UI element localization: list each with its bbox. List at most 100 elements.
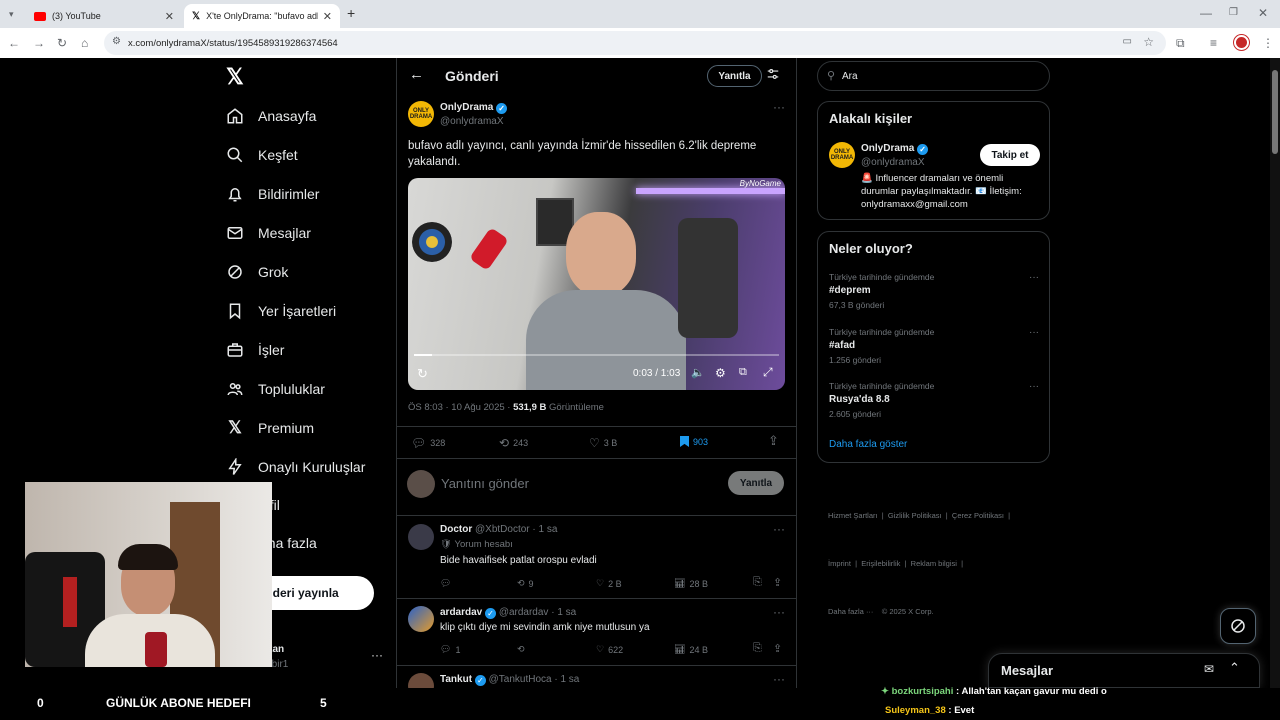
reply-item[interactable]: ardardav ✓ @ardardav · 1 sa ··· klip çık… bbox=[397, 599, 796, 665]
reply-like-action[interactable]: ♡ 622 bbox=[596, 644, 623, 655]
reply-repost-action[interactable]: ⟲ bbox=[517, 644, 525, 655]
author-name[interactable]: OnlyDrama ✓ bbox=[440, 102, 508, 114]
filter-settings-icon[interactable] bbox=[766, 67, 780, 86]
header-reply-button[interactable]: Yanıtla bbox=[707, 65, 762, 87]
nav-label: Keşfet bbox=[258, 147, 298, 163]
close-tab-icon[interactable]: ✕ bbox=[165, 10, 174, 23]
nav-messages[interactable]: Mesajlar bbox=[226, 219, 311, 247]
back-icon[interactable]: ← bbox=[8, 35, 20, 51]
home-browser-icon[interactable]: ⌂ bbox=[81, 35, 88, 51]
replay-icon[interactable]: ↻ bbox=[417, 366, 428, 382]
video-progress-track[interactable] bbox=[414, 354, 779, 356]
reply-views-action[interactable]: 📊︎ 24 B bbox=[674, 644, 708, 655]
follow-button[interactable]: Takip et bbox=[980, 144, 1040, 166]
trend-more-icon[interactable]: ··· bbox=[1029, 381, 1039, 392]
bookmark-icon[interactable]: ⎘ bbox=[753, 642, 762, 655]
reply-input[interactable]: Yanıtını gönder bbox=[441, 476, 529, 491]
minimize-icon[interactable]: — bbox=[1200, 5, 1212, 21]
trend-item[interactable]: Türkiye tarihinde gündemde Rusya'da 8.8 … bbox=[829, 381, 1039, 419]
nav-bookmarks[interactable]: Yer İşaretleri bbox=[226, 297, 336, 325]
site-info-icon[interactable]: ⚙ bbox=[112, 36, 121, 47]
star-icon[interactable]: ☆ bbox=[1143, 35, 1154, 49]
share-icon[interactable]: ⇪ bbox=[773, 642, 782, 655]
menu-icon[interactable]: ⋮ bbox=[1262, 35, 1274, 51]
extensions-icon[interactable]: ⧉ bbox=[1176, 35, 1185, 51]
reply-submit-button[interactable]: Yanıtla bbox=[728, 471, 784, 495]
reply-avatar[interactable] bbox=[408, 524, 434, 550]
picture-in-picture-icon[interactable]: ⧉ bbox=[739, 366, 747, 379]
trend-more-icon[interactable]: ··· bbox=[1029, 327, 1039, 338]
page-scrollbar[interactable] bbox=[1270, 58, 1280, 688]
reply-avatar[interactable] bbox=[408, 606, 434, 632]
tab-x[interactable]: 𝕏 X'te OnlyDrama: "bufavo adlı ya ✕ bbox=[184, 4, 340, 28]
x-logo-icon[interactable]: 𝕏 bbox=[226, 64, 244, 90]
volume-icon[interactable]: 🔈 bbox=[691, 366, 705, 379]
bookmark-icon[interactable]: ⎘ bbox=[753, 576, 762, 589]
reload-icon[interactable]: ↻ bbox=[57, 35, 67, 51]
reply-action[interactable]: 💬︎ 328 bbox=[411, 436, 445, 450]
share-icon[interactable]: ⇪ bbox=[773, 576, 782, 589]
related-avatar[interactable]: ONLY DRAMA bbox=[829, 142, 855, 168]
reply-item[interactable]: Doctor @XbtDoctor · 1 sa ··· 🛡 Yorum hes… bbox=[397, 516, 796, 598]
scrollbar-thumb[interactable] bbox=[1272, 70, 1278, 154]
restore-icon[interactable]: ❐ bbox=[1229, 5, 1238, 21]
nav-jobs[interactable]: İşler bbox=[226, 336, 284, 364]
address-bar[interactable]: ⚙ x.com/onlydramaX/status/19545893192863… bbox=[104, 31, 1166, 55]
post-more-icon[interactable]: ··· bbox=[773, 100, 785, 114]
video-person-head bbox=[566, 212, 636, 296]
reply-comment-action[interactable]: 💬︎ 1 bbox=[440, 644, 460, 655]
back-arrow-icon[interactable]: ← bbox=[409, 66, 424, 83]
show-more-link[interactable]: Daha fazla göster bbox=[829, 439, 907, 450]
expand-icon[interactable]: ⌃ bbox=[1229, 660, 1240, 676]
nav-premium[interactable]: 𝕏 Premium bbox=[226, 414, 314, 442]
close-tab-icon[interactable]: ✕ bbox=[323, 10, 332, 23]
nav-label: Premium bbox=[258, 420, 315, 436]
search-input[interactable]: ⚲ Ara bbox=[817, 61, 1050, 91]
settings-gear-icon[interactable]: ⚙ bbox=[715, 366, 726, 380]
forward-icon[interactable]: → bbox=[33, 35, 45, 51]
tab-youtube[interactable]: (3) YouTube ✕ bbox=[26, 4, 182, 28]
footer-line[interactable]: İmprint | Erişilebilirlik | Reklam bilgi… bbox=[828, 556, 1043, 572]
nav-communities[interactable]: Topluluklar bbox=[226, 375, 325, 403]
nav-notifications[interactable]: Bildirimler bbox=[226, 180, 319, 208]
bookmark-action[interactable]: 903 bbox=[680, 436, 708, 447]
nav-verified-orgs[interactable]: Onaylı Kuruluşlar bbox=[226, 453, 365, 481]
nav-home[interactable]: Anasayfa bbox=[226, 102, 316, 130]
reading-list-icon[interactable]: ≡ bbox=[1210, 35, 1217, 51]
fullscreen-icon[interactable]: ⤢ bbox=[763, 365, 773, 380]
reply-views-action[interactable]: 📊︎ 28 B bbox=[674, 578, 708, 589]
reply-author[interactable]: Doctor bbox=[440, 524, 472, 535]
reply-more-icon[interactable]: ··· bbox=[773, 672, 785, 686]
trend-item[interactable]: Türkiye tarihinde gündemde #afad 1.256 g… bbox=[829, 327, 1039, 365]
footer-line[interactable]: Daha fazla ··· © 2025 X Corp. bbox=[828, 604, 1043, 620]
trend-more-icon[interactable]: ··· bbox=[1029, 272, 1039, 283]
profile-avatar-icon[interactable] bbox=[1234, 35, 1249, 50]
more-dots-icon[interactable]: ··· bbox=[371, 648, 383, 662]
trend-item[interactable]: Türkiye tarihinde gündemde #deprem 67,3 … bbox=[829, 272, 1039, 310]
nav-grok[interactable]: Grok bbox=[226, 258, 288, 286]
reply-more-icon[interactable]: ··· bbox=[773, 522, 785, 536]
new-tab-icon[interactable]: + bbox=[347, 5, 355, 21]
install-icon[interactable]: ▭ bbox=[1123, 36, 1132, 47]
grok-floating-button[interactable] bbox=[1220, 608, 1256, 644]
reply-repost-action[interactable]: ⟲ 9 bbox=[517, 578, 534, 589]
reply-comment-action[interactable]: 💬︎ bbox=[440, 578, 451, 589]
reply-more-icon[interactable]: ··· bbox=[773, 605, 785, 619]
related-name[interactable]: OnlyDrama ✓ bbox=[861, 143, 929, 155]
post-video[interactable]: ByNoGame ↻ 0:03 / 1:03 🔈 ⚙ ⧉ ⤢ bbox=[408, 178, 785, 390]
nav-explore[interactable]: Keşfet bbox=[226, 141, 298, 169]
reply-author[interactable]: ardardav bbox=[440, 607, 482, 618]
repost-action[interactable]: ⟲ 243 bbox=[499, 436, 528, 450]
tab-list-icon[interactable]: ▾ bbox=[9, 6, 14, 22]
new-message-icon[interactable]: ✉ bbox=[1204, 662, 1214, 676]
author-avatar[interactable]: ONLY DRAMA bbox=[408, 101, 434, 127]
like-action[interactable]: ♡ 3 B bbox=[589, 436, 617, 450]
video-chair bbox=[678, 218, 738, 338]
messages-drawer[interactable]: Mesajlar ✉ ⌃ bbox=[988, 653, 1260, 688]
window-close-icon[interactable]: ✕ bbox=[1258, 5, 1268, 21]
reply-author[interactable]: Tankut bbox=[440, 674, 472, 685]
chat-message: ✦ bozkurtsipahi : Allah'tan kaçan gavur … bbox=[881, 686, 1107, 697]
reply-like-action[interactable]: ♡ 2 B bbox=[596, 578, 622, 589]
share-icon[interactable]: ⇪ bbox=[768, 433, 779, 449]
footer-line[interactable]: Hizmet Şartları | Gizlilik Politikası | … bbox=[828, 508, 1043, 524]
